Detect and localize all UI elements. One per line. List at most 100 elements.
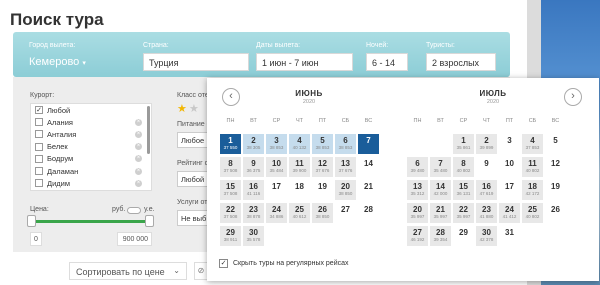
calendar-day[interactable]: 4 40 132: [289, 134, 310, 154]
remove-icon[interactable]: ×: [135, 179, 142, 187]
calendar-day[interactable]: 7 35 480: [430, 157, 451, 177]
calendar-day[interactable]: 28 39 354: [430, 226, 451, 246]
calendar-day[interactable]: 21: [358, 180, 379, 200]
resort-item[interactable]: Дидим ×: [31, 177, 151, 189]
calendar-day[interactable]: 10: [499, 157, 520, 177]
departure-select[interactable]: Кемерово ▾: [29, 56, 86, 68]
checkbox[interactable]: [35, 179, 43, 188]
calendar-day[interactable]: 31: [499, 226, 520, 246]
remove-icon[interactable]: ×: [135, 118, 142, 126]
resort-item[interactable]: Анталия ×: [31, 128, 151, 140]
calendar-day[interactable]: 28: [358, 203, 379, 223]
checkbox[interactable]: [35, 118, 43, 127]
calendar-day[interactable]: 6 39 480: [407, 157, 428, 177]
star-icon[interactable]: ★: [189, 102, 199, 115]
calendar-day[interactable]: 3 38 853: [266, 134, 287, 154]
calendar-day[interactable]: 15 36 131: [453, 180, 474, 200]
remove-icon[interactable]: ×: [135, 167, 142, 175]
price-slider-min-handle[interactable]: [27, 215, 36, 227]
calendar-day[interactable]: 8 40 802: [453, 157, 474, 177]
link-icon[interactable]: ⊘: [194, 262, 208, 280]
calendar-day[interactable]: 9 36 375: [243, 157, 264, 177]
nights-field[interactable]: 6 - 14: [366, 53, 408, 71]
currency-rub-option[interactable]: руб.: [112, 206, 125, 213]
checkbox[interactable]: [35, 142, 43, 151]
calendar-day[interactable]: 27 46 192: [407, 226, 428, 246]
calendar-day[interactable]: 20 38 850: [335, 180, 356, 200]
price-slider-track[interactable]: [30, 220, 152, 223]
calendar-day[interactable]: 30 35 578: [243, 226, 264, 246]
star-icon[interactable]: ★: [177, 102, 187, 115]
calendar-day[interactable]: 5 38 853: [312, 134, 333, 154]
resort-item[interactable]: Белек ×: [31, 141, 151, 153]
next-month-button[interactable]: ›: [564, 88, 582, 106]
calendar-day[interactable]: 26 38 850: [312, 203, 333, 223]
price-max-input[interactable]: 900 000: [117, 232, 152, 246]
tourists-field[interactable]: 2 взрослых: [426, 53, 496, 71]
calendar-day[interactable]: 18 42 172: [522, 180, 543, 200]
calendar-day[interactable]: 24 34 886: [266, 203, 287, 223]
checkbox[interactable]: [35, 154, 43, 163]
calendar-day[interactable]: 29 38 911: [220, 226, 241, 246]
calendar-day[interactable]: 21 35 997: [430, 203, 451, 223]
calendar-day[interactable]: 30 42 378: [476, 226, 497, 246]
calendar-day[interactable]: 20 35 997: [407, 203, 428, 223]
calendar-day[interactable]: 27: [335, 203, 356, 223]
remove-icon[interactable]: ×: [135, 143, 142, 151]
calendar-day[interactable]: 2 38 305: [243, 134, 264, 154]
calendar-day[interactable]: 13 37 676: [335, 157, 356, 177]
calendar-day[interactable]: 4 37 853: [522, 134, 543, 154]
price-min-input[interactable]: 0: [30, 232, 42, 246]
resort-list[interactable]: ✓ Любой Алания × Анталия × Белек × Бодрум × Далама…: [30, 103, 152, 191]
calendar-day[interactable]: 3: [499, 134, 520, 154]
calendar-day[interactable]: 6 38 853: [335, 134, 356, 154]
currency-toggle[interactable]: [127, 207, 141, 214]
calendar-day[interactable]: 14: [358, 157, 379, 177]
resort-item[interactable]: Алания ×: [31, 116, 151, 128]
calendar-day[interactable]: 5: [545, 134, 566, 154]
calendar-day[interactable]: 23 38 878: [243, 203, 264, 223]
calendar-day[interactable]: 1 35 861: [453, 134, 474, 154]
calendar-day[interactable]: 10 35 484: [266, 157, 287, 177]
calendar-day[interactable]: 13 35 312: [407, 180, 428, 200]
calendar-day[interactable]: 16 41 116: [243, 180, 264, 200]
hide-regular-flights-option[interactable]: ✓ Скрыть туры на регулярных рейсах: [219, 259, 349, 268]
calendar-day[interactable]: 1 37 550: [220, 134, 241, 154]
calendar-day[interactable]: 24 41 412: [499, 203, 520, 223]
resort-scrollbar[interactable]: [147, 106, 150, 154]
calendar-day[interactable]: 19: [312, 180, 333, 200]
calendar-day[interactable]: 29: [453, 226, 474, 246]
calendar-day[interactable]: 18: [289, 180, 310, 200]
calendar-day[interactable]: 22 37 508: [220, 203, 241, 223]
calendar-day[interactable]: 11 40 802: [522, 157, 543, 177]
calendar-day[interactable]: 25 40 802: [522, 203, 543, 223]
calendar-day[interactable]: 14 42 000: [430, 180, 451, 200]
resort-item[interactable]: ✓ Любой: [31, 104, 151, 116]
calendar-day[interactable]: 22 35 997: [453, 203, 474, 223]
calendar-day[interactable]: 11 39 900: [289, 157, 310, 177]
currency-ue-option[interactable]: у.е.: [144, 206, 155, 213]
price-slider-max-handle[interactable]: [145, 215, 154, 227]
calendar-day[interactable]: 17: [499, 180, 520, 200]
calendar-day[interactable]: 8 37 508: [220, 157, 241, 177]
resort-item[interactable]: Даламан ×: [31, 165, 151, 177]
checkbox[interactable]: [35, 130, 43, 139]
calendar-day[interactable]: 7: [358, 134, 379, 154]
sort-select[interactable]: Сортировать по цене ⌄: [69, 262, 187, 280]
calendar-day[interactable]: 17: [266, 180, 287, 200]
checkbox[interactable]: [35, 167, 43, 176]
dates-field[interactable]: 1 июн - 7 июн: [256, 53, 353, 71]
remove-icon[interactable]: ×: [135, 155, 142, 163]
calendar-day[interactable]: 26: [545, 203, 566, 223]
calendar-day[interactable]: 23 41 880: [476, 203, 497, 223]
calendar-day[interactable]: 2 39 899: [476, 134, 497, 154]
calendar-day[interactable]: 16 47 619: [476, 180, 497, 200]
calendar-day[interactable]: 9: [476, 157, 497, 177]
resort-item[interactable]: Бодрум ×: [31, 153, 151, 165]
calendar-day[interactable]: 12 37 676: [312, 157, 333, 177]
calendar-day[interactable]: 25 40 612: [289, 203, 310, 223]
checkbox[interactable]: ✓: [35, 106, 43, 115]
calendar-day[interactable]: 12: [545, 157, 566, 177]
calendar-day[interactable]: 19: [545, 180, 566, 200]
calendar-day[interactable]: 15 37 508: [220, 180, 241, 200]
